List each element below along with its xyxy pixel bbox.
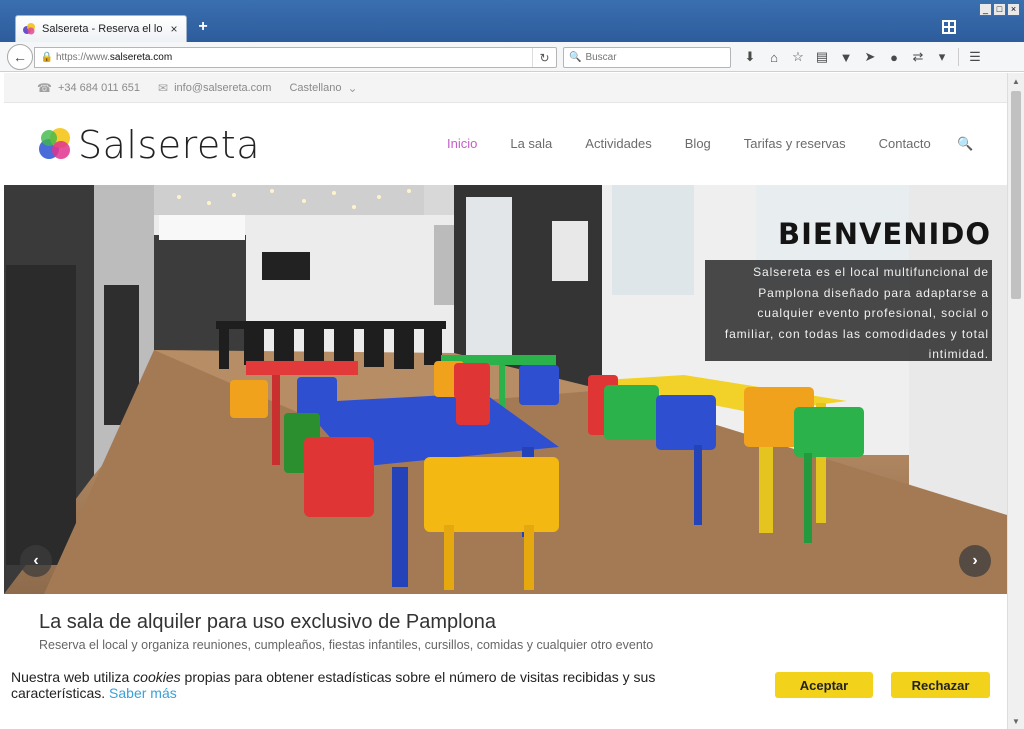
reading-list-icon[interactable]: ▤ — [810, 46, 834, 68]
cookie-text-em: cookies — [133, 669, 181, 685]
scrollbar-thumb[interactable] — [1011, 91, 1021, 299]
language-selector[interactable]: Castellano ⌄ — [289, 81, 357, 95]
intro-subtitle: Reserva el local y organiza reuniones, c… — [39, 638, 654, 652]
url-text[interactable]: https://www.salsereta.com — [56, 52, 532, 63]
reject-cookies-button[interactable]: Rechazar — [891, 672, 990, 698]
overflow-chevron-icon[interactable]: ▾ — [930, 46, 954, 68]
email-text: info@salsereta.com — [174, 81, 272, 94]
phone-text: +34 684 011 651 — [57, 81, 141, 94]
slider-prev-button[interactable]: ‹ — [20, 545, 52, 577]
site-header: Salsereta Inicio La sala Actividades Blo… — [4, 104, 1007, 186]
menu-icon[interactable]: ☰ — [963, 46, 987, 68]
cookie-banner: Nuestra web utiliza cookies propias para… — [4, 662, 1007, 723]
chevron-left-icon: ‹ — [33, 552, 39, 569]
search-icon[interactable]: 🔍 — [957, 136, 973, 152]
reload-icon: ↻ — [539, 50, 550, 65]
envelope-icon: ✉ — [158, 80, 169, 95]
url-prefix: https://www. — [56, 52, 110, 63]
search-icon: 🔍 — [569, 52, 582, 63]
back-button[interactable]: ← — [7, 44, 33, 70]
home-icon[interactable]: ⌂ — [762, 46, 786, 68]
browser-tab[interactable]: Salsereta - Reserva el local y ... × — [15, 15, 187, 42]
new-tab-button[interactable]: + — [195, 18, 211, 36]
search-bar[interactable]: 🔍 — [563, 47, 731, 68]
close-button[interactable]: × — [1007, 3, 1020, 16]
nav-item-la-sala[interactable]: La sala — [510, 136, 552, 151]
nav-item-inicio[interactable]: Inicio — [447, 136, 477, 151]
phone-icon: ☎ — [37, 80, 52, 95]
url-domain: salsereta.com — [109, 52, 173, 63]
toolbar-divider — [958, 48, 959, 66]
intro-title: La sala de alquiler para uso exclusivo d… — [39, 611, 496, 633]
minimize-button[interactable]: _ — [979, 3, 992, 16]
scroll-up-icon[interactable]: ▲ — [1008, 73, 1024, 89]
logo-text: Salsereta — [78, 123, 260, 167]
accept-cookies-button[interactable]: Aceptar — [775, 672, 873, 698]
browser-navbar: ← 🔒 https://www.salsereta.com ↻ 🔍 ⬇ ⌂ ☆ … — [0, 42, 1024, 72]
tab-groups-icon[interactable] — [942, 20, 956, 34]
arrow-left-icon: ← — [13, 49, 27, 65]
nav-item-blog[interactable]: Blog — [685, 136, 711, 151]
extension-icon[interactable]: ⇄ — [906, 46, 930, 68]
maximize-button[interactable]: □ — [993, 3, 1006, 16]
hero-slider: BIENVENIDO Salsereta es el local multifu… — [4, 185, 1007, 594]
nav-item-actividades[interactable]: Actividades — [585, 136, 651, 151]
pocket-icon[interactable]: ▼ — [834, 46, 858, 68]
tab-title: Salsereta - Reserva el local y ... — [42, 23, 162, 35]
logo-circles-icon — [39, 128, 70, 159]
browser-titlebar: Salsereta - Reserva el local y ... × + _… — [0, 0, 1024, 42]
search-input[interactable] — [585, 52, 726, 63]
window-controls: _ □ × — [979, 3, 1020, 16]
cookie-text: Nuestra web utiliza cookies propias para… — [11, 669, 701, 701]
address-bar[interactable]: 🔒 https://www.salsereta.com ↻ — [34, 47, 557, 68]
phone-item[interactable]: ☎ +34 684 011 651 — [37, 81, 140, 95]
page-scrollbar[interactable]: ▲ ▼ — [1007, 73, 1024, 729]
site-logo[interactable]: Salsereta — [38, 126, 260, 164]
cookie-text-before: Nuestra web utiliza — [11, 669, 134, 685]
send-icon[interactable]: ➤ — [858, 46, 882, 68]
reload-button[interactable]: ↻ — [532, 48, 556, 67]
hero-title: BIENVENIDO — [777, 217, 991, 251]
nav-item-tarifas[interactable]: Tarifas y reservas — [744, 136, 846, 151]
tab-close-icon[interactable]: × — [168, 22, 180, 36]
lock-icon: 🔒 — [40, 52, 54, 63]
chevron-down-icon: ⌄ — [347, 80, 358, 95]
nav-item-contacto[interactable]: Contacto — [879, 136, 931, 151]
hero-text: Salsereta es el local multifuncional de … — [705, 260, 992, 361]
chevron-right-icon: › — [972, 552, 978, 569]
contact-topbar: ☎ +34 684 011 651 ✉ info@salsereta.com C… — [4, 73, 1007, 103]
download-icon[interactable]: ⬇ — [738, 46, 762, 68]
chat-icon[interactable]: ● — [882, 46, 906, 68]
language-text: Castellano — [289, 81, 342, 94]
email-item[interactable]: ✉ info@salsereta.com — [158, 81, 271, 95]
toolbar-icons: ⬇ ⌂ ☆ ▤ ▼ ➤ ● ⇄ ▾ ☰ — [738, 46, 987, 68]
scroll-down-icon[interactable]: ▼ — [1008, 713, 1024, 729]
cookie-more-link[interactable]: Saber más — [109, 685, 177, 701]
web-page: ☎ +34 684 011 651 ✉ info@salsereta.com C… — [4, 73, 1007, 723]
bookmark-star-icon[interactable]: ☆ — [786, 46, 810, 68]
main-nav: Inicio La sala Actividades Blog Tarifas … — [447, 136, 964, 151]
slider-next-button[interactable]: › — [959, 545, 991, 577]
salsereta-favicon-icon — [23, 23, 35, 35]
